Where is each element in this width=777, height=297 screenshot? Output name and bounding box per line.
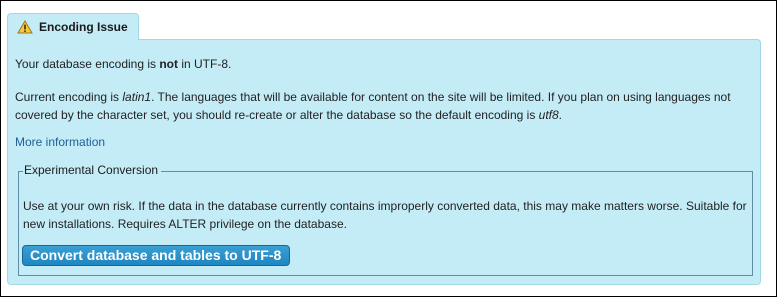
target-encoding-value: utf8 — [538, 108, 559, 122]
more-information-link[interactable]: More information — [15, 135, 105, 149]
status-prefix: Your database encoding is — [15, 57, 160, 71]
details-part3: . — [558, 108, 563, 122]
tab-label: Encoding Issue — [39, 20, 128, 34]
status-suffix: in UTF-8. — [178, 57, 232, 71]
status-emphasis: not — [159, 57, 178, 71]
encoding-details-text: Current encoding is latin1. The language… — [15, 88, 755, 124]
convert-to-utf8-button[interactable]: Convert database and tables to UTF-8 — [22, 245, 291, 266]
warning-icon — [17, 20, 33, 34]
experimental-conversion-fieldset: Experimental Conversion Use at your own … — [18, 163, 753, 276]
tab-encoding-issue[interactable]: Encoding Issue — [7, 13, 139, 40]
encoding-issue-window: Encoding Issue Your database encoding is… — [0, 0, 777, 297]
details-part1: Current encoding is — [15, 90, 123, 104]
encoding-status-text: Your database encoding is not in UTF-8. — [15, 57, 231, 71]
conversion-description: Use at your own risk. If the data in the… — [23, 199, 747, 231]
encoding-issue-panel: Your database encoding is not in UTF-8. … — [7, 39, 761, 285]
current-encoding-value: latin1 — [122, 90, 152, 104]
fieldset-legend: Experimental Conversion — [23, 163, 162, 177]
